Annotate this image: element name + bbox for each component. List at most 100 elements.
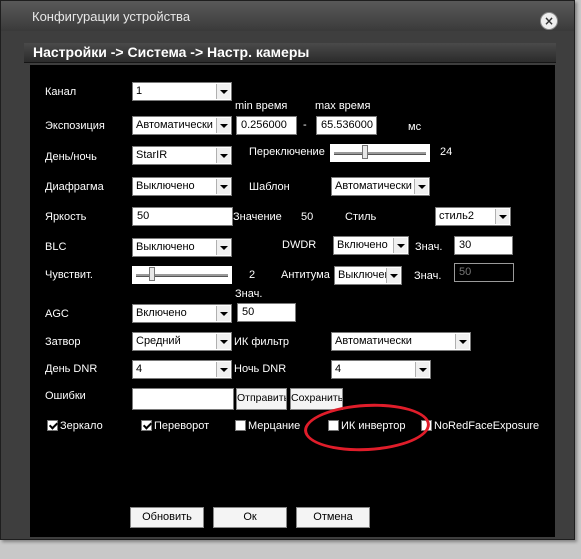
day-dnr-label: День DNR (45, 363, 98, 375)
mirror-checkbox[interactable] (47, 420, 58, 431)
mirror-label: Зеркало (60, 420, 103, 432)
day-dnr-value: 4 (136, 363, 143, 375)
dwdr-value-input[interactable]: 30 (454, 236, 513, 255)
flip-checkbox[interactable] (141, 420, 152, 431)
slider-thumb[interactable] (149, 267, 155, 281)
night-dnr-select[interactable]: 4 (331, 360, 431, 379)
blc-label: BLC (45, 241, 67, 253)
noredface-label: NoRedFaceExposure (434, 420, 540, 432)
brightness-input[interactable]: 50 (132, 207, 233, 226)
channel-select[interactable]: 1 (132, 82, 232, 101)
min-time-input[interactable]: 0.256000 (236, 116, 297, 135)
style-value: стиль2 (439, 210, 474, 222)
channel-value: 1 (136, 85, 143, 97)
agc-value-label: Знач. (235, 288, 263, 300)
iris-select[interactable]: Выключено (132, 177, 232, 196)
ir-filter-label: ИК фильтр (234, 336, 290, 348)
chevron-down-icon (216, 362, 230, 377)
shutter-value: Средний (136, 335, 181, 347)
dwdr-value: Включено (337, 239, 388, 251)
shutter-select[interactable]: Средний (132, 332, 232, 351)
shutter-label: Затвор (45, 336, 81, 348)
chevron-down-icon (393, 238, 407, 253)
ms-unit-label: мс (408, 121, 422, 133)
daynight-select[interactable]: StarIR (132, 146, 232, 165)
dwdr-select[interactable]: Включено (333, 236, 409, 255)
max-time-label: max время (315, 100, 371, 112)
switch-value: 24 (440, 146, 453, 158)
antifog-select[interactable]: Выключено (334, 266, 402, 285)
template-label: Шаблон (249, 181, 290, 193)
chevron-down-icon (216, 334, 230, 349)
brightness-label: Яркость (45, 211, 87, 223)
chevron-down-icon (216, 306, 230, 321)
dwdr-label: DWDR (282, 239, 317, 251)
chevron-down-icon (386, 268, 400, 283)
iris-value: Выключено (136, 180, 195, 192)
template-value: Автоматически (335, 180, 412, 192)
min-time-label: min время (235, 100, 288, 112)
night-dnr-value: 4 (335, 363, 342, 375)
brightness-value-display: 50 (301, 211, 314, 223)
camera-settings-panel: Канал 1 min время max время Экспозиция А… (30, 65, 555, 537)
chevron-down-icon (216, 118, 230, 133)
style-select[interactable]: стиль2 (435, 207, 511, 226)
style-label: Стиль (345, 211, 377, 223)
ir-filter-value: Автоматически (335, 335, 412, 347)
antifog-value-input: 50 (454, 263, 514, 282)
send-button[interactable]: Отправить (236, 388, 287, 410)
chevron-down-icon (415, 362, 429, 377)
title-bar[interactable]: Конфигурации устройства × (1, 1, 574, 31)
agc-select[interactable]: Включено (132, 304, 232, 323)
exposure-select[interactable]: Автоматически (132, 116, 232, 135)
daynight-value: StarIR (136, 149, 168, 161)
switch-slider[interactable] (330, 144, 430, 162)
chevron-down-icon (216, 179, 230, 194)
slider-thumb[interactable] (362, 145, 368, 159)
flicker-label: Мерцание (248, 420, 301, 432)
agc-value-input[interactable]: 50 (237, 303, 296, 322)
flicker-checkbox[interactable] (235, 420, 246, 431)
max-time-input[interactable]: 65.536000 (316, 116, 377, 135)
cancel-button[interactable]: Отмена (296, 507, 370, 528)
antifog-znach-label: Знач. (414, 270, 442, 282)
iris-label: Диафрагма (45, 181, 104, 193)
antifog-label: Антитума (281, 269, 330, 281)
agc-label: AGC (45, 308, 69, 320)
night-dnr-label: Ночь DNR (234, 363, 287, 375)
errors-input[interactable] (132, 388, 234, 410)
chevron-down-icon (216, 240, 230, 255)
device-config-window: Конфигурации устройства × Настройки -> С… (0, 0, 575, 540)
sensitivity-label: Чувствит. (45, 269, 93, 281)
sensitivity-value: 2 (249, 269, 256, 281)
exposure-value: Автоматически (136, 119, 213, 131)
blc-value: Выключено (136, 241, 195, 253)
save-button[interactable]: Сохранить (290, 388, 343, 410)
switch-label: Переключение (249, 146, 325, 158)
daynight-label: День/ночь (45, 151, 97, 163)
chevron-down-icon (216, 148, 230, 163)
breadcrumb: Настройки -> Система -> Настр. камеры (24, 43, 556, 63)
template-select[interactable]: Автоматически (331, 177, 430, 196)
breadcrumb-text: Настройки -> Система -> Настр. камеры (33, 44, 310, 60)
range-dash: - (303, 119, 307, 131)
exposure-label: Экспозиция (45, 120, 105, 132)
chevron-down-icon (216, 84, 230, 99)
chevron-down-icon (455, 334, 469, 349)
day-dnr-select[interactable]: 4 (132, 360, 232, 379)
brightness-value-label: Значение (233, 211, 282, 223)
sensitivity-slider[interactable] (132, 266, 232, 284)
ok-button[interactable]: Ок (213, 507, 287, 528)
channel-label: Канал (45, 86, 77, 98)
refresh-button[interactable]: Обновить (130, 507, 204, 528)
dwdr-znach-label: Знач. (415, 241, 443, 253)
ir-filter-select[interactable]: Автоматически (331, 332, 471, 351)
flip-label: Переворот (154, 420, 210, 432)
blc-select[interactable]: Выключено (132, 238, 232, 257)
close-icon[interactable]: × (540, 12, 558, 30)
window-title: Конфигурации устройства (32, 9, 191, 24)
agc-value: Включено (136, 307, 187, 319)
chevron-down-icon (414, 179, 428, 194)
slider-track (334, 152, 426, 155)
errors-label: Ошибки (45, 390, 86, 402)
